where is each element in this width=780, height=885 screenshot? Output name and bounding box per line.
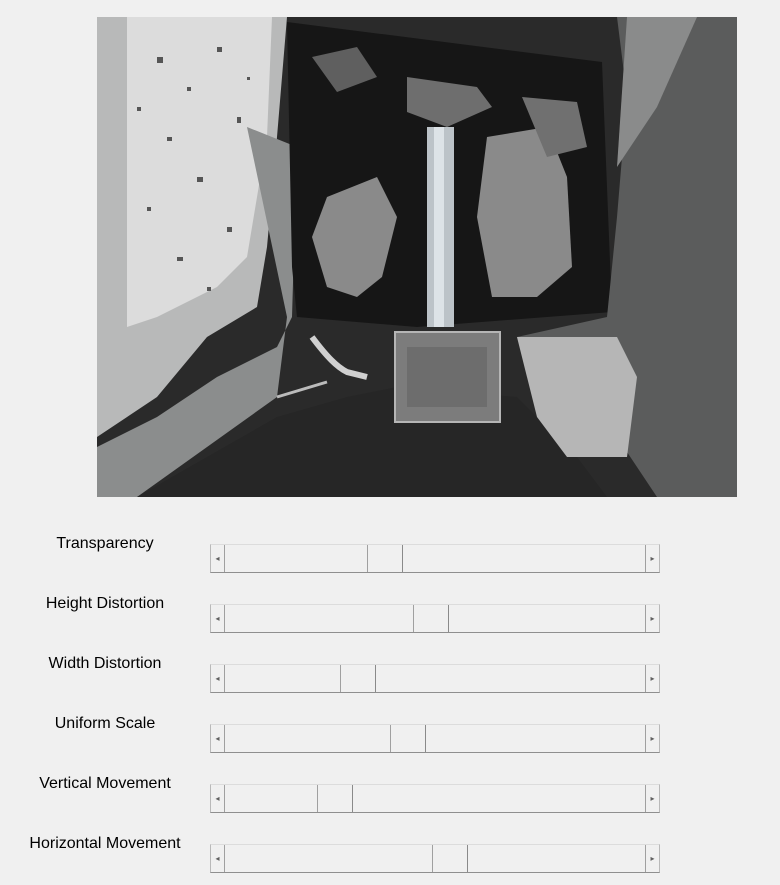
slider-row-vertical-movement: Vertical Movement ◂ ▸ [0,773,780,813]
horizontal-movement-label: Horizontal Movement [29,835,181,852]
height-distortion-label: Height Distortion [45,595,165,612]
scroll-left-arrow-icon[interactable]: ◂ [211,845,225,872]
width-distortion-thumb[interactable] [340,665,376,692]
horizontal-movement-thumb[interactable] [432,845,468,872]
height-distortion-thumb[interactable] [413,605,449,632]
scroll-left-arrow-icon[interactable]: ◂ [211,605,225,632]
uniform-scale-label: Uniform Scale [54,715,156,732]
uniform-scale-slider[interactable]: ◂ ▸ [210,724,660,753]
horizontal-movement-track[interactable] [225,845,645,872]
width-distortion-track[interactable] [225,665,645,692]
slider-row-height-distortion: Height Distortion ◂ ▸ [0,593,780,633]
transparency-label: Transparency [56,535,154,552]
vertical-movement-track[interactable] [225,785,645,812]
scroll-right-arrow-icon[interactable]: ▸ [645,665,659,692]
transparency-track[interactable] [225,545,645,572]
scroll-right-arrow-icon[interactable]: ▸ [645,605,659,632]
camera-preview-image [97,17,737,497]
horizontal-movement-slider[interactable]: ◂ ▸ [210,844,660,873]
scroll-right-arrow-icon[interactable]: ▸ [645,725,659,752]
depth-camera-image [97,17,737,497]
slider-row-horizontal-movement: Horizontal Movement ◂ ▸ [0,833,780,873]
height-distortion-slider[interactable]: ◂ ▸ [210,604,660,633]
height-distortion-track[interactable] [225,605,645,632]
vertical-movement-slider[interactable]: ◂ ▸ [210,784,660,813]
uniform-scale-track[interactable] [225,725,645,752]
scroll-right-arrow-icon[interactable]: ▸ [645,545,659,572]
vertical-movement-thumb[interactable] [317,785,353,812]
scroll-left-arrow-icon[interactable]: ◂ [211,665,225,692]
slider-row-transparency: Transparency ◂ ▸ [0,533,780,573]
scroll-right-arrow-icon[interactable]: ▸ [645,785,659,812]
width-distortion-label: Width Distortion [48,655,162,672]
transparency-slider[interactable]: ◂ ▸ [210,544,660,573]
scroll-left-arrow-icon[interactable]: ◂ [211,725,225,752]
uniform-scale-thumb[interactable] [390,725,426,752]
scroll-left-arrow-icon[interactable]: ◂ [211,545,225,572]
slider-row-uniform-scale: Uniform Scale ◂ ▸ [0,713,780,753]
scroll-right-arrow-icon[interactable]: ▸ [645,845,659,872]
width-distortion-slider[interactable]: ◂ ▸ [210,664,660,693]
transparency-thumb[interactable] [367,545,403,572]
slider-row-width-distortion: Width Distortion ◂ ▸ [0,653,780,693]
vertical-movement-label: Vertical Movement [39,775,171,792]
scroll-left-arrow-icon[interactable]: ◂ [211,785,225,812]
